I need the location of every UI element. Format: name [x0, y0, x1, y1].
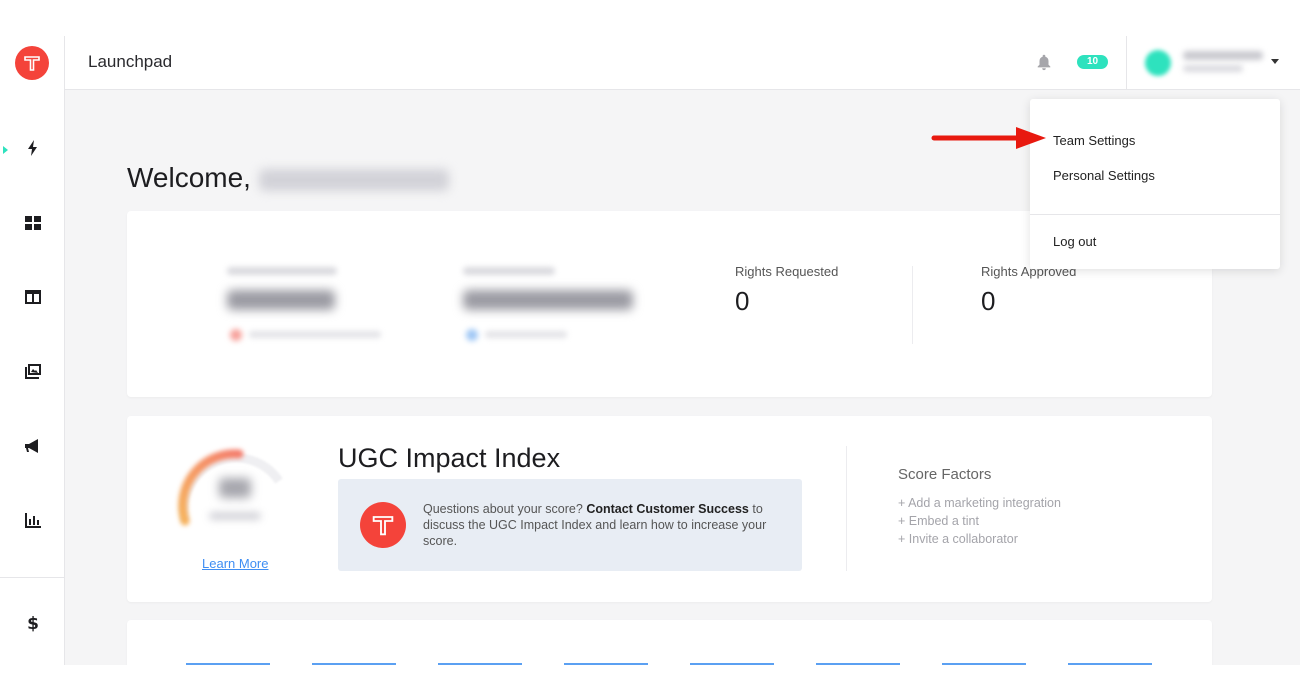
welcome-heading: Welcome,: [127, 162, 449, 194]
sidebar-item-gallery[interactable]: [0, 351, 65, 391]
sidebar-item-billing[interactable]: $: [0, 603, 65, 643]
user-dropdown-menu: Team Settings Personal Settings Log out: [1030, 99, 1280, 269]
rights-requested-value: 0: [735, 286, 750, 316]
impact-title: UGC Impact Index: [338, 443, 561, 473]
question-text: Questions about your score?: [423, 502, 583, 516]
stat-separator: [912, 266, 913, 344]
learn-more-link[interactable]: Learn More: [202, 556, 268, 571]
stat-label-redacted: [463, 267, 555, 275]
stat-trend-icon: [466, 329, 478, 341]
bottom-strip: [0, 665, 1300, 700]
score-factor-item[interactable]: + Add a marketing integration: [898, 496, 1061, 510]
user-name-redacted[interactable]: [1183, 51, 1263, 60]
stat-label-redacted: [227, 267, 337, 275]
top-header: Launchpad 10: [65, 36, 1300, 90]
bell-icon: [1037, 54, 1051, 71]
contact-callout: Questions about your score? Contact Cust…: [338, 479, 802, 571]
chevron-down-icon[interactable]: [1271, 59, 1279, 64]
rights-requested-label: Rights Requested: [735, 264, 839, 279]
sidebar-item-layout[interactable]: [0, 277, 65, 317]
score-value-redacted: [219, 478, 251, 498]
svg-text:$: $: [27, 614, 39, 633]
rights-approved-value: 0: [981, 286, 996, 316]
menu-item-team-settings[interactable]: Team Settings: [1053, 133, 1135, 148]
gallery-icon: [24, 364, 41, 379]
stat-sub-redacted: [249, 331, 381, 338]
stat-value-redacted: [463, 290, 633, 310]
contact-customer-success-link[interactable]: Contact Customer Success: [586, 502, 749, 516]
sidebar-item-dashboard[interactable]: [0, 203, 65, 243]
bar-chart-icon: [24, 513, 41, 528]
welcome-user-name-redacted: [258, 168, 449, 191]
stat-sub-redacted: [485, 331, 567, 338]
notification-count-badge[interactable]: 10: [1077, 55, 1108, 69]
score-status-redacted: [209, 512, 261, 520]
welcome-greeting: Welcome,: [127, 162, 251, 193]
active-indicator: [3, 146, 8, 154]
layout-icon: [24, 290, 41, 304]
dollar-icon: $: [27, 614, 39, 633]
sidebar-item-campaigns[interactable]: [0, 426, 65, 466]
score-factor-item[interactable]: + Invite a collaborator: [898, 532, 1018, 546]
sidebar: $: [0, 36, 65, 665]
annotation-arrow-icon: [931, 127, 1046, 149]
stat-value-redacted: [227, 290, 335, 310]
menu-separator: [1030, 214, 1280, 215]
score-factors-title: Score Factors: [898, 466, 992, 483]
score-factor-item[interactable]: + Embed a tint: [898, 514, 979, 528]
avatar[interactable]: [1145, 50, 1171, 76]
app-root: $ Launchpad 10 Welcome, Rights Requested…: [0, 0, 1300, 700]
menu-item-personal-settings[interactable]: Personal Settings: [1053, 168, 1155, 183]
stat-trend-icon: [230, 329, 242, 341]
notifications-button[interactable]: [1035, 53, 1053, 71]
t-logo-icon: [360, 502, 406, 548]
grid-icon: [24, 216, 41, 230]
brand-logo[interactable]: [15, 46, 49, 80]
sidebar-item-analytics[interactable]: [0, 500, 65, 540]
impact-separator: [846, 446, 847, 571]
menu-item-log-out[interactable]: Log out: [1053, 234, 1096, 249]
user-team-redacted: [1183, 65, 1243, 72]
t-logo-icon: [24, 56, 40, 71]
lightning-icon: [27, 140, 37, 156]
header-separator: [1126, 36, 1127, 89]
sidebar-item-launchpad[interactable]: [0, 128, 65, 168]
impact-index-card: Learn More UGC Impact Index Questions ab…: [127, 416, 1212, 602]
sidebar-divider: [0, 577, 65, 578]
page-title: Launchpad: [88, 52, 173, 71]
megaphone-icon: [24, 439, 38, 453]
contact-callout-text: Questions about your score? Contact Cust…: [423, 501, 783, 549]
